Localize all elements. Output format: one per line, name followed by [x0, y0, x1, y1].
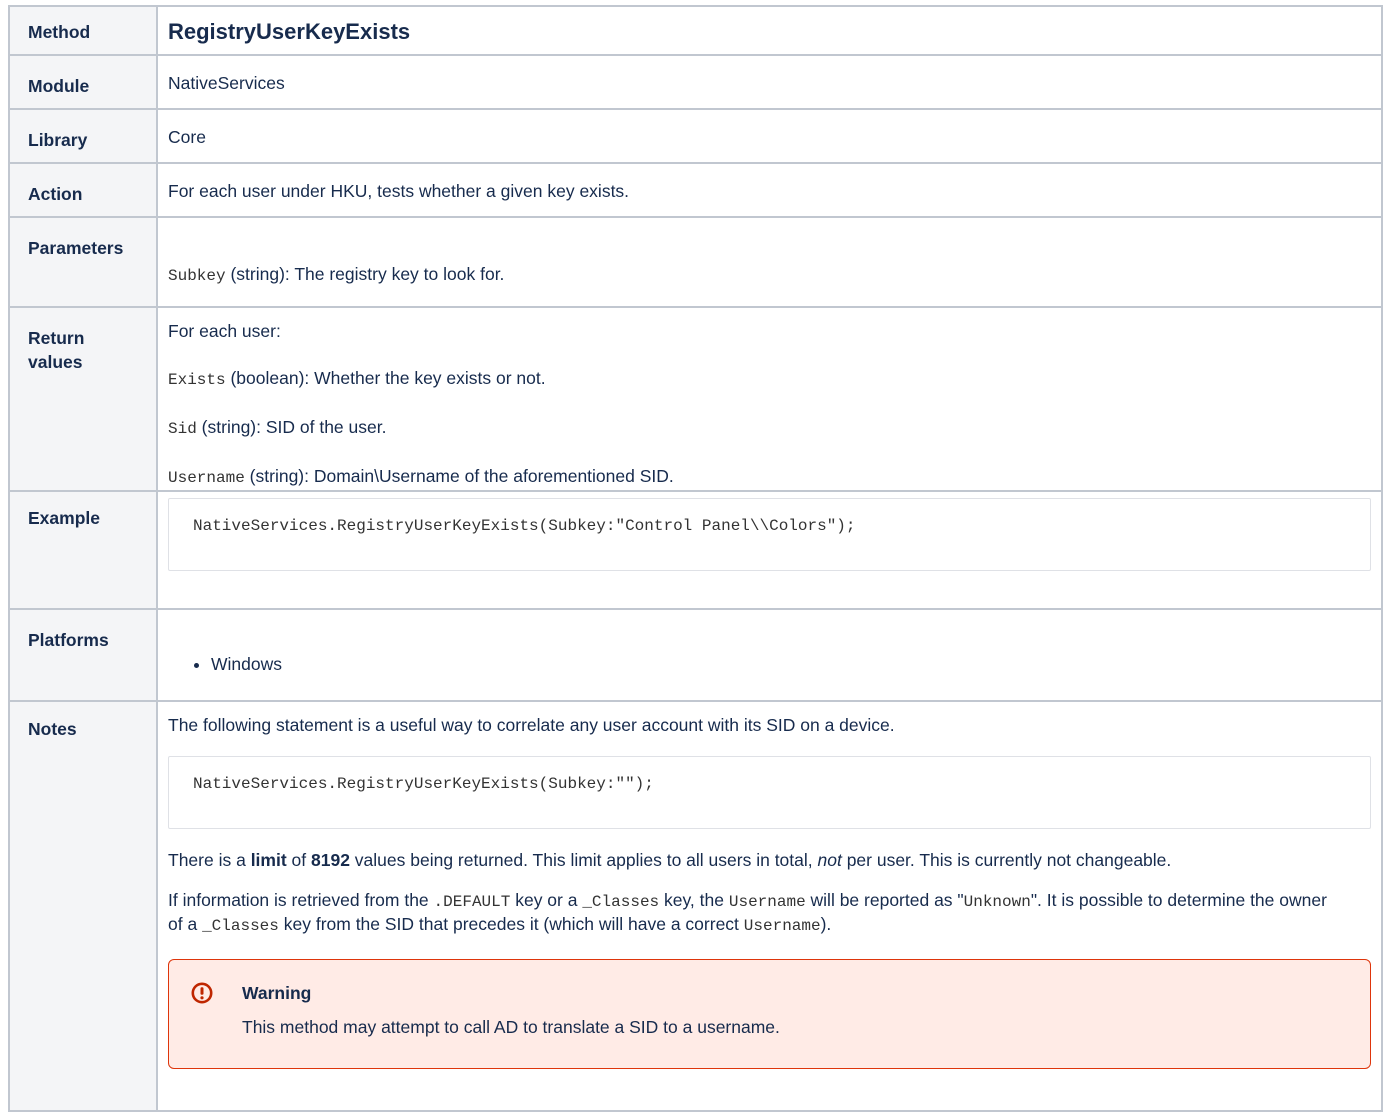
info-code: Username — [743, 917, 821, 935]
row-label: Method — [8, 5, 158, 56]
info-text: key or a — [510, 890, 583, 910]
warning-body: This method may attempt to call AD to tr… — [242, 1017, 780, 1037]
warning-title: Warning — [242, 983, 312, 1003]
info-text: If information is retrieved from the — [168, 890, 434, 910]
example-code-block[interactable]: NativeServices.RegistryUserKeyExists(Sub… — [168, 498, 1371, 571]
method-reference-table: Method RegistryUserKeyExists Module Nati… — [8, 5, 1383, 1112]
limit-text: There is a — [168, 850, 251, 870]
row-library: Library Core — [8, 108, 1383, 164]
limit-number: 8192 — [311, 850, 350, 870]
return-value-sid: Sid (string): SID of the user. — [168, 416, 1371, 440]
warning-panel: Warning This method may attempt to call … — [168, 959, 1371, 1069]
info-text: key from the SID that precedes it (which… — [278, 914, 744, 934]
module-label: Module — [28, 76, 90, 96]
notes-code: NativeServices.RegistryUserKeyExists(Sub… — [193, 775, 654, 793]
parameter-subkey: Subkey (string): The registry key to loo… — [168, 263, 1371, 287]
platforms-list: Windows — [168, 653, 1371, 675]
parameter-name: Subkey — [168, 267, 226, 285]
row-return-values: Return values For each user: Exists (boo… — [8, 306, 1383, 492]
method-name: RegistryUserKeyExists — [168, 19, 411, 44]
warning-icon — [191, 982, 213, 1004]
info-text: will be reported as " — [805, 890, 964, 910]
row-example: Example NativeServices.RegistryUserKeyEx… — [8, 490, 1383, 610]
method-label: Method — [28, 22, 91, 42]
action-value: For each user under HKU, tests whether a… — [168, 181, 630, 201]
limit-italic: not — [817, 850, 842, 870]
info-code: _Classes — [202, 917, 279, 935]
return-values-intro: For each user: — [168, 321, 281, 341]
parameter-description: (string): The registry key to look for. — [225, 264, 505, 284]
row-module: Module NativeServices — [8, 54, 1383, 110]
return-values-label: Return values — [28, 328, 85, 372]
return-value-exists: Exists (boolean): Whether the key exists… — [168, 367, 1371, 391]
row-method: Method RegistryUserKeyExists — [8, 5, 1383, 56]
limit-text: of — [286, 850, 311, 870]
return-value-description: (boolean): Whether the key exists or not… — [225, 368, 546, 388]
return-value-description: (string): SID of the user. — [196, 417, 387, 437]
info-code: Unknown — [963, 893, 1031, 911]
info-code: .DEFAULT — [433, 893, 511, 911]
info-code: _Classes — [582, 893, 660, 911]
info-code: Username — [728, 893, 806, 911]
limit-text: values being returned. This limit applie… — [349, 850, 818, 870]
notes-label: Notes — [28, 719, 77, 739]
notes-info-paragraph: If information is retrieved from the .DE… — [168, 889, 1338, 937]
row-parameters: Parameters Subkey (string): The registry… — [8, 216, 1383, 308]
return-value-username: Username (string): Domain\Username of th… — [168, 465, 1371, 489]
library-label: Library — [28, 130, 88, 150]
limit-bold: limit — [250, 850, 287, 870]
platform-item: Windows — [211, 653, 1371, 675]
info-text: key, the — [659, 890, 729, 910]
library-value: Core — [168, 127, 206, 147]
action-label: Action — [28, 184, 83, 204]
example-label: Example — [28, 508, 100, 528]
row-platforms: Platforms Windows — [8, 608, 1383, 702]
row-notes: Notes The following statement is a usefu… — [8, 700, 1383, 1112]
parameters-label: Parameters — [28, 238, 124, 258]
notes-code-block[interactable]: NativeServices.RegistryUserKeyExists(Sub… — [168, 756, 1371, 829]
return-value-name: Sid — [168, 420, 197, 438]
notes-limit-paragraph: There is a limit of 8192 values being re… — [168, 849, 1371, 871]
row-action: Action For each user under HKU, tests wh… — [8, 162, 1383, 218]
return-value-description: (string): Domain\Username of the aforeme… — [244, 466, 674, 486]
limit-text: per user. This is currently not changeab… — [841, 850, 1172, 870]
platforms-label: Platforms — [28, 630, 109, 650]
example-code: NativeServices.RegistryUserKeyExists(Sub… — [193, 517, 856, 535]
return-value-name: Exists — [168, 371, 226, 389]
return-value-name: Username — [168, 469, 245, 487]
info-text: ). — [820, 914, 832, 934]
notes-intro: The following statement is a useful way … — [168, 715, 895, 735]
module-value: NativeServices — [168, 73, 285, 93]
